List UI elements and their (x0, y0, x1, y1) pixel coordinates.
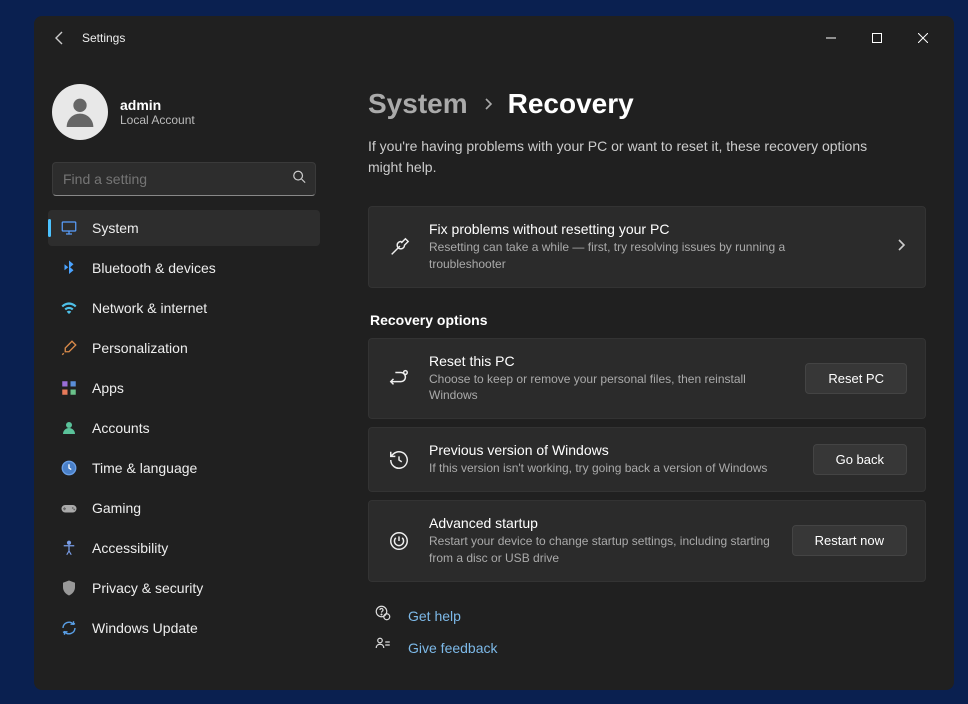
fix-problems-card[interactable]: Fix problems without resetting your PC R… (368, 206, 926, 288)
main-content: System Recovery If you're having problem… (334, 60, 954, 690)
grid-icon (60, 379, 78, 397)
feedback-icon (374, 636, 394, 659)
help-icon (374, 604, 394, 627)
sidebar-item-accounts[interactable]: Accounts (48, 410, 320, 446)
sidebar-item-network-internet[interactable]: Network & internet (48, 290, 320, 326)
go-back-button[interactable]: Go back (813, 444, 907, 475)
sidebar-item-label: Personalization (92, 340, 188, 356)
page-title: Recovery (508, 88, 634, 120)
sidebar-item-windows-update[interactable]: Windows Update (48, 610, 320, 646)
recovery-option-card: Advanced startup Restart your device to c… (368, 500, 926, 582)
sidebar-item-label: System (92, 220, 139, 236)
close-icon (918, 33, 928, 43)
sidebar-item-time-language[interactable]: Time & language (48, 450, 320, 486)
option-desc: If this version isn't working, try going… (429, 460, 789, 477)
person-icon (60, 419, 78, 437)
sidebar-item-label: Accessibility (92, 540, 168, 556)
breadcrumb-parent[interactable]: System (368, 88, 468, 120)
sidebar-item-privacy-security[interactable]: Privacy & security (48, 570, 320, 606)
sidebar-item-label: Accounts (92, 420, 150, 436)
sidebar-item-system[interactable]: System (48, 210, 320, 246)
breadcrumb: System Recovery (368, 88, 926, 120)
search-box (52, 162, 316, 196)
recovery-option-card: Previous version of Windows If this versi… (368, 427, 926, 492)
accessibility-icon (60, 539, 78, 557)
search-input[interactable] (52, 162, 316, 196)
arrow-left-icon (52, 30, 68, 46)
section-header: Recovery options (370, 312, 926, 328)
back-button[interactable] (42, 20, 78, 56)
profile-sub: Local Account (120, 113, 195, 127)
give-feedback-link[interactable]: Give feedback (368, 632, 926, 664)
nav-list: System Bluetooth & devices Network & inter… (44, 210, 324, 646)
maximize-icon (872, 33, 882, 43)
minimize-button[interactable] (808, 22, 854, 54)
power-icon (387, 530, 411, 552)
profile[interactable]: admin Local Account (44, 74, 324, 158)
window-controls (808, 22, 946, 54)
intro-text: If you're having problems with your PC o… (368, 136, 888, 178)
sidebar-item-label: Privacy & security (92, 580, 203, 596)
wrench-icon (387, 236, 411, 258)
fix-card-desc: Resetting can take a while — first, try … (429, 239, 789, 273)
history-icon (387, 449, 411, 471)
close-button[interactable] (900, 22, 946, 54)
titlebar: Settings (34, 16, 954, 60)
recovery-option-card: Reset this PC Choose to keep or remove yo… (368, 338, 926, 420)
settings-window: Settings admin Local Account (34, 16, 954, 690)
sidebar-item-label: Network & internet (92, 300, 207, 316)
fix-card-title: Fix problems without resetting your PC (429, 221, 877, 237)
sidebar-item-bluetooth-devices[interactable]: Bluetooth & devices (48, 250, 320, 286)
sidebar-item-accessibility[interactable]: Accessibility (48, 530, 320, 566)
footer-links: Get help Give feedback (368, 600, 926, 664)
brush-icon (60, 339, 78, 357)
search-icon (292, 170, 306, 189)
give-feedback-label: Give feedback (408, 640, 498, 656)
option-desc: Restart your device to change startup se… (429, 533, 774, 567)
restart-now-button[interactable]: Restart now (792, 525, 907, 556)
person-icon (60, 92, 100, 132)
chevron-right-icon (482, 94, 494, 115)
sidebar-item-personalization[interactable]: Personalization (48, 330, 320, 366)
minimize-icon (826, 33, 836, 43)
reset-icon (387, 367, 411, 389)
sidebar-item-label: Time & language (92, 460, 197, 476)
reset-pc-button[interactable]: Reset PC (805, 363, 907, 394)
bluetooth-icon (60, 259, 78, 277)
sidebar-item-label: Bluetooth & devices (92, 260, 216, 276)
shield-icon (60, 579, 78, 597)
sidebar-item-label: Windows Update (92, 620, 198, 636)
get-help-label: Get help (408, 608, 461, 624)
option-title: Advanced startup (429, 515, 774, 531)
app-title: Settings (82, 31, 125, 45)
sidebar-item-label: Apps (92, 380, 124, 396)
chevron-right-icon (895, 238, 907, 256)
wifi-icon (60, 299, 78, 317)
sidebar-item-apps[interactable]: Apps (48, 370, 320, 406)
get-help-link[interactable]: Get help (368, 600, 926, 632)
clock-icon (60, 459, 78, 477)
profile-name: admin (120, 97, 195, 113)
gamepad-icon (60, 499, 78, 517)
maximize-button[interactable] (854, 22, 900, 54)
sidebar-item-gaming[interactable]: Gaming (48, 490, 320, 526)
option-desc: Choose to keep or remove your personal f… (429, 371, 787, 405)
monitor-icon (60, 219, 78, 237)
update-icon (60, 619, 78, 637)
option-title: Reset this PC (429, 353, 787, 369)
option-title: Previous version of Windows (429, 442, 795, 458)
sidebar-item-label: Gaming (92, 500, 141, 516)
avatar (52, 84, 108, 140)
sidebar: admin Local Account System Bluetooth & de… (34, 60, 334, 690)
